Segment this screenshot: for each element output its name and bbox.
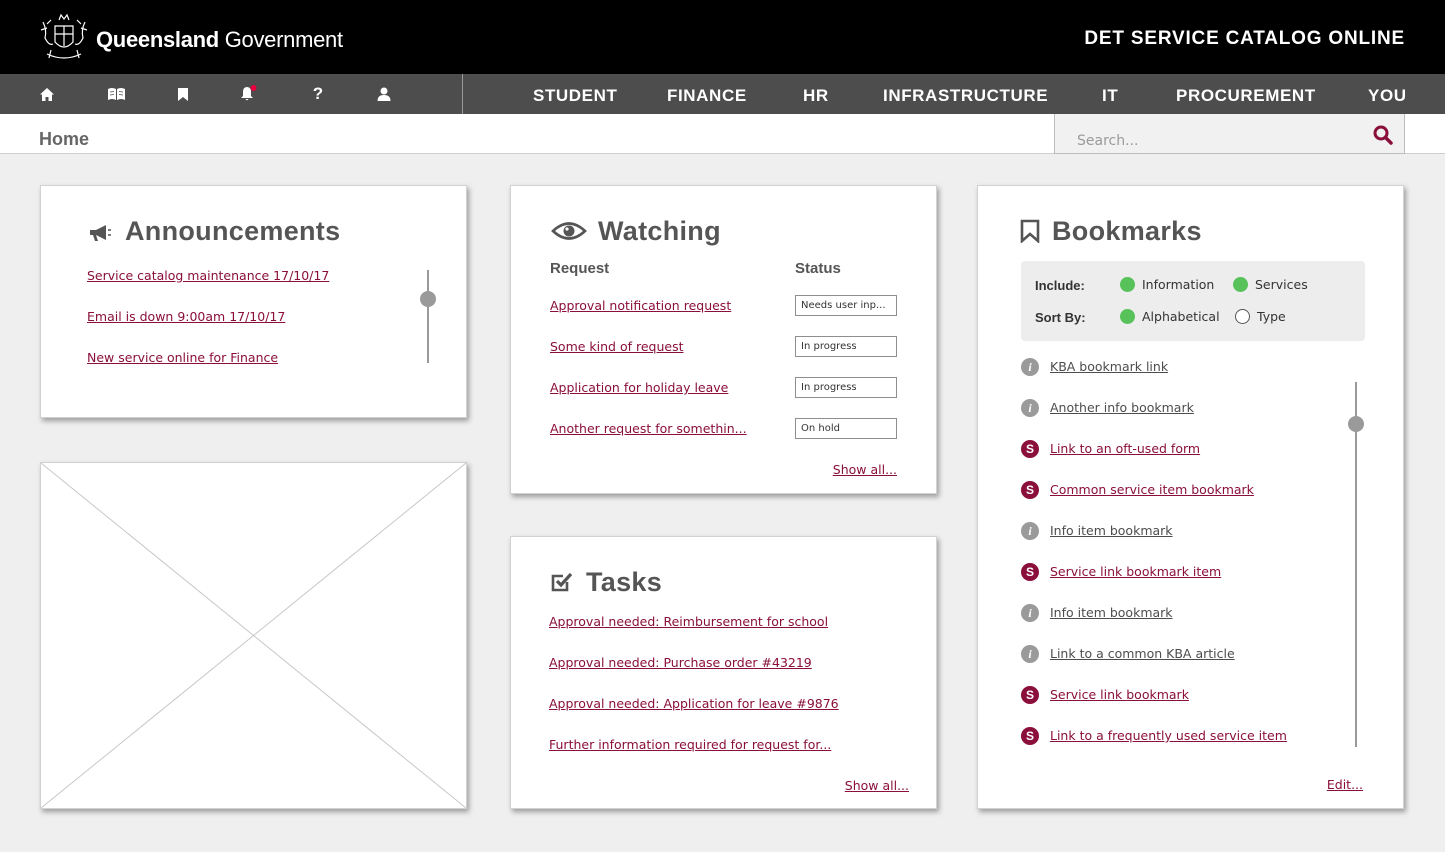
book-icon[interactable] (96, 74, 136, 114)
bookmark-filters: Include: Sort By: Information Services A… (1021, 261, 1365, 341)
watching-title: Watching (598, 216, 721, 246)
announcement-link[interactable]: New service online for Finance (87, 350, 278, 365)
eye-icon (551, 222, 587, 240)
announcements-scroll-thumb[interactable] (420, 291, 436, 307)
nav-link-it[interactable]: IT (1102, 86, 1118, 106)
option-label: Services (1255, 277, 1308, 292)
radio-selected-icon (1233, 277, 1248, 292)
task-link[interactable]: Further information required for request… (549, 737, 831, 752)
announcements-card: Announcements Service catalog maintenanc… (40, 185, 467, 418)
column-header-request: Request (550, 260, 610, 277)
breadcrumb[interactable]: Home (39, 129, 89, 150)
service-icon: S (1021, 727, 1039, 745)
request-link[interactable]: Another request for somethin... (550, 421, 747, 436)
include-services-option[interactable]: Services (1233, 277, 1308, 292)
task-link[interactable]: Approval needed: Purchase order #43219 (549, 655, 812, 670)
search-icon[interactable] (1372, 124, 1394, 146)
option-label: Type (1257, 309, 1286, 324)
brand-rest: Government (218, 27, 343, 52)
placeholder-cross (41, 463, 466, 808)
notification-dot (250, 85, 257, 91)
nav-link-finance[interactable]: FINANCE (667, 86, 747, 106)
sort-alphabetical-option[interactable]: Alphabetical (1120, 309, 1220, 324)
task-link[interactable]: Approval needed: Application for leave #… (549, 696, 839, 711)
bookmarks-card: Bookmarks Include: Sort By: Information … (977, 185, 1404, 809)
column-header-status: Status (795, 260, 841, 277)
app-title: DET SERVICE CATALOG ONLINE (1084, 28, 1405, 49)
search-box (1054, 114, 1405, 154)
queensland-crest-logo[interactable] (37, 12, 91, 64)
include-information-option[interactable]: Information (1120, 277, 1214, 292)
info-icon: i (1021, 399, 1039, 417)
announcement-link[interactable]: Service catalog maintenance 17/10/17 (87, 268, 329, 283)
option-label: Alphabetical (1142, 309, 1220, 324)
tasks-card: Tasks Approval needed: Reimbursement for… (510, 536, 937, 809)
tasks-title: Tasks (586, 567, 663, 597)
bookmark-link[interactable]: Another info bookmark (1050, 400, 1194, 415)
megaphone-icon (90, 225, 111, 241)
nav-link-infrastructure[interactable]: INFRASTRUCTURE (883, 86, 1048, 106)
info-icon: i (1021, 358, 1039, 376)
announcement-link[interactable]: Email is down 9:00am 17/10/17 (87, 309, 285, 324)
request-link[interactable]: Approval notification request (550, 298, 731, 313)
status-field: In progress (795, 336, 897, 357)
bookmark-link[interactable]: Service link bookmark (1050, 687, 1189, 702)
bookmarks-scrollbar[interactable] (1355, 382, 1357, 747)
sort-type-option[interactable]: Type (1235, 309, 1286, 324)
sort-by-label: Sort By: (1035, 310, 1086, 325)
service-icon: S (1021, 481, 1039, 499)
main-nav: ? STUDENT FINANCE HR INFRASTRUCTURE IT P… (0, 74, 1445, 114)
bookmark-link[interactable]: KBA bookmark link (1050, 359, 1168, 374)
info-icon: i (1021, 604, 1039, 622)
bell-icon[interactable] (228, 74, 268, 114)
nav-link-hr[interactable]: HR (803, 86, 829, 106)
radio-selected-icon (1120, 277, 1135, 292)
bookmarks-title: Bookmarks (1052, 216, 1202, 246)
bookmark-icon[interactable] (163, 74, 203, 114)
radio-unselected-icon (1235, 309, 1250, 324)
brand-name[interactable]: Queensland Government (96, 27, 343, 53)
bookmark-link[interactable]: Info item bookmark (1050, 523, 1173, 538)
radio-selected-icon (1120, 309, 1135, 324)
nav-link-procurement[interactable]: PROCUREMENT (1176, 86, 1316, 106)
info-icon: i (1021, 522, 1039, 540)
home-icon[interactable] (27, 74, 67, 114)
bookmark-link[interactable]: Info item bookmark (1050, 605, 1173, 620)
info-icon: i (1021, 645, 1039, 663)
tasks-show-all-link[interactable]: Show all... (845, 778, 909, 793)
status-field: Needs user inp... (795, 295, 897, 316)
search-input[interactable] (1055, 114, 1365, 154)
service-icon: S (1021, 563, 1039, 581)
request-link[interactable]: Application for holiday leave (550, 380, 728, 395)
nav-link-you[interactable]: YOU (1368, 86, 1407, 106)
checkbox-checked-icon (551, 572, 573, 592)
user-icon[interactable] (364, 74, 404, 114)
bookmark-outline-icon (1020, 219, 1040, 243)
announcements-title: Announcements (125, 216, 341, 246)
image-placeholder (40, 462, 467, 809)
status-field: In progress (795, 377, 897, 398)
bookmark-link[interactable]: Link to a common KBA article (1050, 646, 1235, 661)
request-link[interactable]: Some kind of request (550, 339, 684, 354)
brand-bold: Queensland (96, 27, 219, 52)
bookmark-link[interactable]: Common service item bookmark (1050, 482, 1254, 497)
nav-divider (462, 74, 463, 114)
bookmark-link[interactable]: Service link bookmark item (1050, 564, 1221, 579)
include-label: Include: (1035, 278, 1085, 293)
watching-card: Watching Request Status Approval notific… (510, 185, 937, 494)
help-icon[interactable]: ? (298, 74, 338, 114)
announcements-scrollbar[interactable] (427, 270, 429, 363)
bookmark-link[interactable]: Link to a frequently used service item (1050, 728, 1287, 743)
status-field: On hold (795, 418, 897, 439)
bookmark-link[interactable]: Link to an oft-used form (1050, 441, 1200, 456)
service-icon: S (1021, 440, 1039, 458)
bookmarks-scroll-thumb[interactable] (1348, 416, 1364, 432)
site-header: Queensland Government DET SERVICE CATALO… (0, 0, 1445, 74)
task-link[interactable]: Approval needed: Reimbursement for schoo… (549, 614, 828, 629)
bookmarks-edit-link[interactable]: Edit... (1327, 777, 1363, 792)
nav-link-student[interactable]: STUDENT (533, 86, 617, 106)
service-icon: S (1021, 686, 1039, 704)
watching-show-all-link[interactable]: Show all... (833, 462, 897, 477)
option-label: Information (1142, 277, 1215, 292)
